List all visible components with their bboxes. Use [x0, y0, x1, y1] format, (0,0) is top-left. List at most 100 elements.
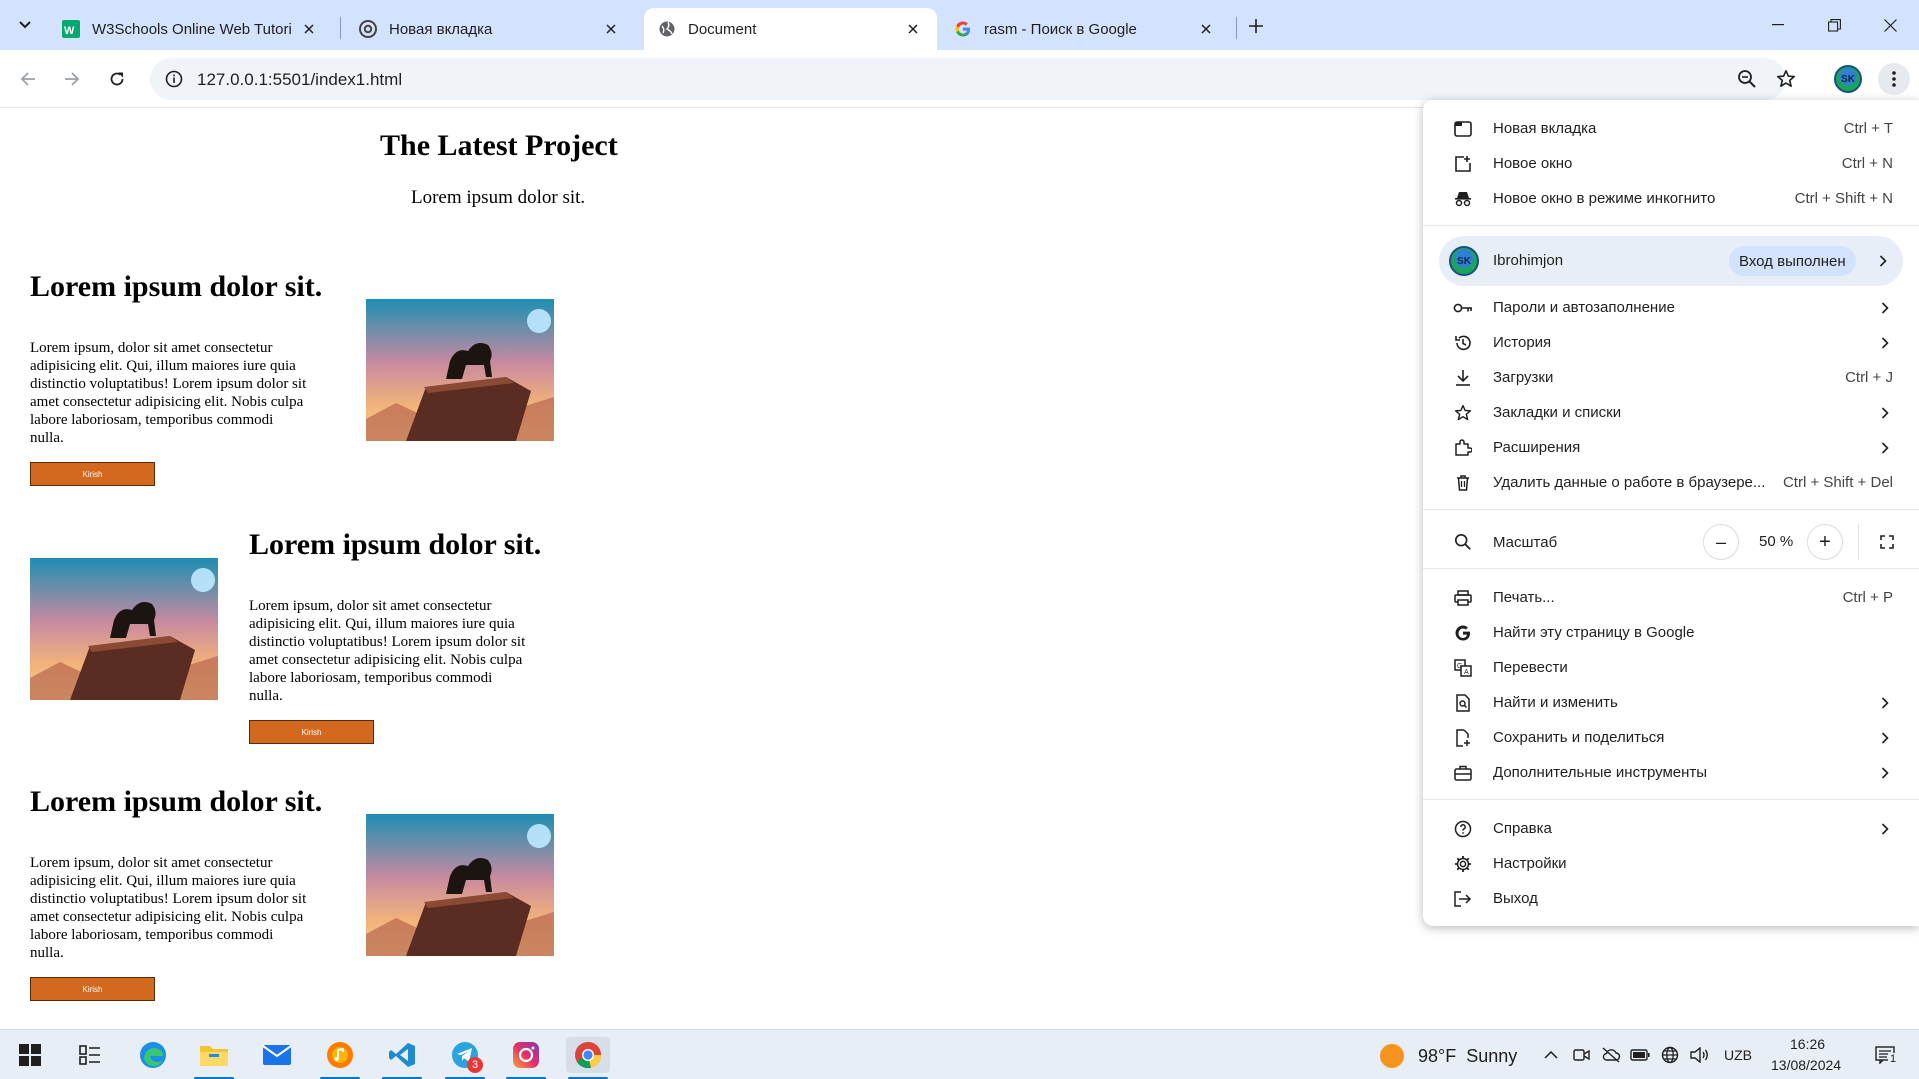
url-text[interactable]: 127.0.0.1:5501/index1.html — [197, 70, 402, 90]
printer-icon — [1453, 588, 1473, 608]
notification-center-button[interactable]: 1 — [1870, 1045, 1900, 1065]
clock-time[interactable]: 16:26 — [1790, 1036, 1825, 1052]
file-explorer-taskbar-icon[interactable] — [196, 1037, 232, 1073]
zoom-out-button[interactable]: – — [1703, 524, 1739, 560]
chevron-right-icon — [1879, 731, 1891, 745]
mail-taskbar-icon[interactable] — [259, 1037, 295, 1073]
avatar-text: SK — [1457, 255, 1471, 267]
vscode-icon — [389, 1043, 415, 1067]
music-player-taskbar-icon[interactable] — [322, 1037, 358, 1073]
menu-item-label: Новое окно — [1493, 155, 1573, 172]
globe-icon — [1661, 1046, 1679, 1064]
menu-item-label: Выход — [1493, 890, 1538, 907]
menu-item-bookmarks[interactable]: Закладки и списки — [1423, 395, 1919, 430]
address-bar[interactable]: 127.0.0.1:5501/index1.html — [150, 58, 1795, 100]
restore-button[interactable] — [1806, 0, 1862, 50]
task-view-button[interactable] — [72, 1037, 108, 1073]
menu-item-settings[interactable]: Настройки — [1423, 846, 1919, 881]
kirish-button[interactable]: Kirish — [30, 977, 155, 1001]
kirish-button[interactable]: Kirish — [249, 720, 374, 744]
tab-w3schools[interactable]: W W3Schools Online Web Tutorials — [48, 8, 333, 50]
menu-item-shortcut: Ctrl + Shift + N — [1794, 190, 1893, 207]
menu-item-translate[interactable]: GA Перевести — [1423, 650, 1919, 685]
telegram-taskbar-icon[interactable]: 3 — [447, 1037, 483, 1073]
zoom-divider — [1858, 524, 1859, 560]
menu-item-label: Печать... — [1493, 589, 1555, 606]
tray-overflow-button[interactable] — [1541, 1045, 1561, 1065]
zoom-icon — [1453, 532, 1473, 552]
forward-button[interactable] — [56, 63, 88, 95]
menu-item-label: Новое окно в режиме инкогнито — [1493, 190, 1716, 207]
new-tab-button[interactable] — [1242, 12, 1270, 40]
back-button[interactable] — [12, 63, 44, 95]
menu-item-find-edit[interactable]: Найти и изменить — [1423, 685, 1919, 720]
menu-item-new-window[interactable]: Новое окно Ctrl + N — [1423, 146, 1919, 181]
svg-text:G: G — [1457, 663, 1462, 670]
music-player-icon — [327, 1042, 353, 1068]
menu-item-label: Сохранить и поделиться — [1493, 729, 1665, 746]
tab-title: Document — [688, 20, 757, 38]
battery-tray[interactable] — [1630, 1045, 1650, 1065]
chrome-menu-button[interactable] — [1878, 63, 1910, 95]
zoom-icon[interactable] — [1735, 67, 1759, 91]
instagram-taskbar-icon[interactable] — [508, 1037, 544, 1073]
menu-item-find-google[interactable]: Найти эту страницу в Google — [1423, 615, 1919, 650]
start-button[interactable] — [12, 1037, 48, 1073]
menu-item-more-tools[interactable]: Дополнительные инструменты — [1423, 755, 1919, 790]
info-icon[interactable] — [164, 69, 184, 89]
tab-document[interactable]: Document — [644, 8, 937, 50]
close-icon[interactable] — [299, 19, 319, 39]
menu-profile-row[interactable]: SK Ibrohimjon Вход выполнен — [1439, 236, 1903, 286]
vscode-taskbar-icon[interactable] — [384, 1037, 420, 1073]
menu-item-label: Пароли и автозаполнение — [1493, 299, 1675, 316]
menu-item-new-tab[interactable]: Новая вкладка Ctrl + T — [1423, 111, 1919, 146]
section-text: Lorem ipsum, dolor sit amet consectetur … — [30, 855, 307, 961]
chrome-taskbar-icon[interactable] — [566, 1037, 610, 1073]
menu-item-passwords[interactable]: Пароли и автозаполнение — [1423, 290, 1919, 325]
page-subtitle: Lorem ipsum dolor sit. — [411, 187, 586, 208]
svg-text:A: A — [1464, 669, 1469, 676]
menu-item-shortcut: Ctrl + T — [1843, 120, 1893, 137]
menu-item-exit[interactable]: Выход — [1423, 881, 1919, 916]
bookmark-star-icon[interactable] — [1774, 67, 1798, 91]
chevron-up-icon — [1544, 1051, 1558, 1059]
menu-item-save-share[interactable]: Сохранить и поделиться — [1423, 720, 1919, 755]
menu-item-help[interactable]: Справка — [1423, 811, 1919, 846]
menu-item-downloads[interactable]: Загрузки Ctrl + J — [1423, 360, 1919, 395]
tab-new-tab[interactable]: Новая вкладка — [345, 8, 635, 50]
reload-button[interactable] — [101, 63, 133, 95]
weather-widget[interactable]: 98°F Sunny — [1418, 1046, 1517, 1067]
tab-strip: W W3Schools Online Web Tutorials Новая в… — [0, 0, 1919, 50]
page-title: The Latest Project — [380, 129, 618, 162]
close-icon[interactable] — [1196, 19, 1216, 39]
minimize-button[interactable] — [1750, 0, 1806, 50]
profile-avatar[interactable]: SK — [1834, 65, 1862, 93]
menu-item-clear-data[interactable]: Удалить данные о работе в браузере... Ct… — [1423, 465, 1919, 500]
sun-icon[interactable] — [1380, 1044, 1404, 1068]
edge-taskbar-icon[interactable] — [135, 1037, 171, 1073]
speaker-icon — [1690, 1047, 1708, 1063]
kirish-button[interactable]: Kirish — [30, 462, 155, 486]
notification-count: 1 — [1888, 1053, 1899, 1065]
close-icon[interactable] — [601, 19, 621, 39]
network-tray[interactable] — [1660, 1045, 1680, 1065]
lion-on-cliff-image — [366, 814, 554, 956]
cloud-offline-icon — [1602, 1047, 1621, 1063]
menu-item-print[interactable]: Печать... Ctrl + P — [1423, 580, 1919, 615]
menu-item-extensions[interactable]: Расширения — [1423, 430, 1919, 465]
menu-item-history[interactable]: История — [1423, 325, 1919, 360]
input-language[interactable]: UZB — [1724, 1047, 1752, 1063]
meet-now-tray[interactable] — [1572, 1045, 1592, 1065]
windows-logo-icon — [19, 1044, 41, 1066]
profile-name: Ibrohimjon — [1493, 252, 1564, 269]
zoom-in-button[interactable]: + — [1807, 524, 1843, 560]
close-icon[interactable] — [903, 19, 923, 39]
fullscreen-button[interactable] — [1869, 524, 1905, 560]
tab-google-search[interactable]: rasm - Поиск в Google — [940, 8, 1230, 50]
clock-date[interactable]: 13/08/2024 — [1771, 1057, 1841, 1073]
menu-item-incognito[interactable]: Новое окно в режиме инкогнито Ctrl + Shi… — [1423, 181, 1919, 216]
onedrive-tray[interactable] — [1601, 1045, 1621, 1065]
volume-tray[interactable] — [1690, 1045, 1710, 1065]
close-window-button[interactable] — [1862, 0, 1918, 50]
tab-search-button[interactable] — [12, 12, 38, 38]
